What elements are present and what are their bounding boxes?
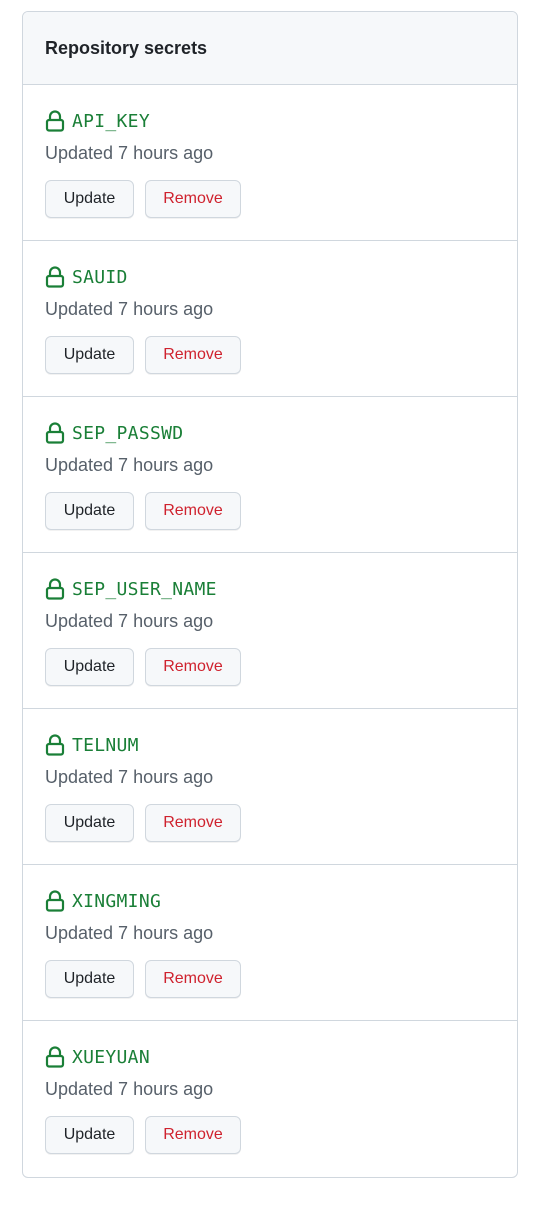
update-button[interactable]: Update — [45, 336, 134, 374]
secret-updated-time: Updated 7 hours ago — [45, 455, 214, 475]
secret-name: XINGMING — [72, 890, 162, 912]
secret-updated-time: Updated 7 hours ago — [45, 299, 214, 319]
lock-icon — [45, 110, 65, 132]
secret-name-line: SEP_PASSWD — [45, 421, 183, 445]
secret-name: SEP_PASSWD — [72, 422, 184, 444]
lock-icon — [45, 422, 65, 444]
panel-header: Repository secrets — [23, 12, 517, 85]
secret-name-line: API_KEY — [45, 109, 150, 133]
secret-name-line: XUEYUAN — [45, 1045, 150, 1069]
secret-name-line: XINGMING — [45, 889, 161, 913]
secret-actions: Update Remove — [45, 648, 241, 686]
lock-icon — [45, 890, 65, 912]
update-button[interactable]: Update — [45, 960, 134, 998]
secret-name-line: SEP_USER_NAME — [45, 577, 217, 601]
secret-actions: Update Remove — [45, 492, 241, 530]
secret-actions: Update Remove — [45, 960, 241, 998]
secret-updated-time: Updated 7 hours ago — [45, 611, 214, 631]
secret-name: TELNUM — [72, 734, 139, 756]
secret-name-line: SAUID — [45, 265, 128, 289]
secret-row: SEP_PASSWD Updated 7 hours ago Update Re… — [23, 397, 517, 553]
secret-row: TELNUM Updated 7 hours ago Update Remove — [23, 709, 517, 865]
repository-secrets-panel: Repository secrets API_KEY Updated 7 hou… — [22, 11, 518, 1178]
secret-name: SEP_USER_NAME — [72, 578, 217, 600]
secret-actions: Update Remove — [45, 804, 241, 842]
secret-row: SAUID Updated 7 hours ago Update Remove — [23, 241, 517, 397]
remove-button[interactable]: Remove — [145, 180, 241, 218]
update-button[interactable]: Update — [45, 804, 134, 842]
secret-row: XUEYUAN Updated 7 hours ago Update Remov… — [23, 1021, 517, 1177]
secret-row: API_KEY Updated 7 hours ago Update Remov… — [23, 85, 517, 241]
update-button[interactable]: Update — [45, 1116, 134, 1154]
remove-button[interactable]: Remove — [145, 804, 241, 842]
remove-button[interactable]: Remove — [145, 492, 241, 530]
secret-actions: Update Remove — [45, 336, 241, 374]
remove-button[interactable]: Remove — [145, 336, 241, 374]
update-button[interactable]: Update — [45, 180, 134, 218]
secret-updated-time: Updated 7 hours ago — [45, 767, 214, 787]
lock-icon — [45, 734, 65, 756]
secret-actions: Update Remove — [45, 1116, 241, 1154]
secret-name: XUEYUAN — [72, 1046, 150, 1068]
lock-icon — [45, 266, 65, 288]
update-button[interactable]: Update — [45, 648, 134, 686]
remove-button[interactable]: Remove — [145, 1116, 241, 1154]
secret-actions: Update Remove — [45, 180, 241, 218]
remove-button[interactable]: Remove — [145, 960, 241, 998]
secret-name: SAUID — [72, 266, 128, 288]
remove-button[interactable]: Remove — [145, 648, 241, 686]
secret-updated-time: Updated 7 hours ago — [45, 923, 214, 943]
panel-title: Repository secrets — [45, 37, 208, 58]
lock-icon — [45, 578, 65, 600]
secret-name-line: TELNUM — [45, 733, 139, 757]
secret-updated-time: Updated 7 hours ago — [45, 143, 214, 163]
secret-name: API_KEY — [72, 110, 150, 132]
lock-icon — [45, 1046, 65, 1068]
secret-row: SEP_USER_NAME Updated 7 hours ago Update… — [23, 553, 517, 709]
update-button[interactable]: Update — [45, 492, 134, 530]
secret-row: XINGMING Updated 7 hours ago Update Remo… — [23, 865, 517, 1021]
secret-updated-time: Updated 7 hours ago — [45, 1079, 214, 1099]
